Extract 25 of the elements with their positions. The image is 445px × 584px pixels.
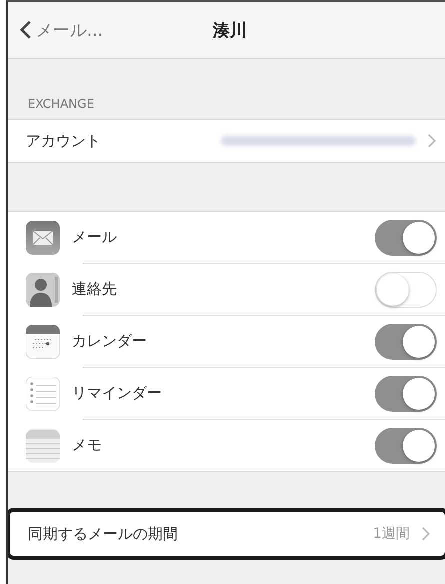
service-label: メール <box>72 228 118 247</box>
sync-period-row[interactable]: 同期するメールの期間 1週間 <box>8 508 445 560</box>
contact-silhouette-icon <box>26 272 60 306</box>
toggle-switch[interactable] <box>375 428 437 464</box>
chevron-right-icon <box>422 527 431 541</box>
list-icon <box>26 376 60 410</box>
service-label: 連絡先 <box>72 280 118 299</box>
back-button[interactable]: メール... <box>8 18 104 42</box>
calendar-icon <box>26 324 60 358</box>
service-label: メモ <box>72 436 103 455</box>
toggle-switch[interactable] <box>375 376 437 412</box>
service-label: リマインダー <box>72 384 163 403</box>
service-label: カレンダー <box>72 332 148 351</box>
envelope-icon <box>26 220 60 254</box>
sync-period-label: 同期するメールの期間 <box>28 524 179 544</box>
chevron-right-icon <box>428 134 437 148</box>
chevron-left-icon <box>20 20 32 40</box>
section-header: EXCHANGE <box>27 96 96 113</box>
toggle-switch[interactable] <box>375 220 437 256</box>
account-row[interactable]: アカウント <box>8 120 445 162</box>
account-label: アカウント <box>26 132 102 150</box>
sync-period-value: 1週間 <box>373 525 410 543</box>
toggle-switch[interactable] <box>375 324 437 360</box>
nav-title: 湊川 <box>213 20 247 42</box>
notepad-icon <box>26 428 60 462</box>
